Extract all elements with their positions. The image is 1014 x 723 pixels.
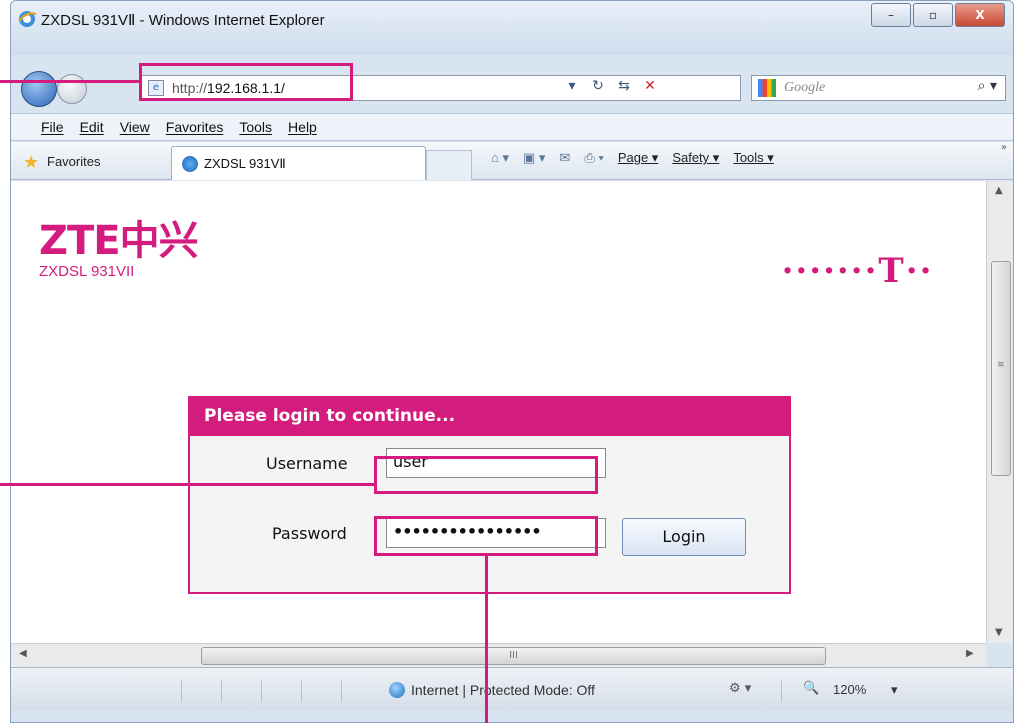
tab-zxdsl[interactable]: ZXDSL 931VⅡ (171, 146, 426, 180)
url-highlight (139, 63, 353, 101)
minimize-button[interactable]: – (871, 3, 911, 27)
zte-logo: ZTE中兴 ZXDSL 931VII (39, 218, 199, 280)
vertical-scrollbar[interactable]: ▲ ≡ ▼ (986, 181, 1013, 643)
scroll-down-icon[interactable]: ▼ (995, 627, 1003, 638)
password-highlight (374, 516, 598, 556)
address-buttons: ▾ ↻ ⇆ ✕ (562, 78, 660, 94)
status-divider (221, 680, 222, 702)
status-divider (261, 680, 262, 702)
browser-window: ZXDSL 931VⅡ - Windows Internet Explorer … (10, 0, 1014, 723)
tools-menu[interactable]: Tools ▾ (733, 150, 774, 166)
safety-menu[interactable]: Safety ▾ (672, 150, 719, 166)
menu-favorites[interactable]: Favorites (166, 119, 224, 135)
home-icon[interactable]: ⌂ ▾ (491, 150, 509, 166)
favorites-label[interactable]: Favorites (47, 154, 100, 169)
password-label: Password (272, 524, 347, 543)
feeds-icon[interactable]: ▣ ▾ (523, 150, 545, 166)
ie-logo-icon (17, 9, 37, 29)
window-title: ZXDSL 931VⅡ - Windows Internet Explorer (41, 12, 325, 29)
close-button[interactable]: X (955, 3, 1005, 27)
zoom-level[interactable]: 120% (833, 682, 866, 697)
search-input[interactable]: Google ⌕ ▾ (751, 75, 1006, 101)
page-content: ZTE中兴 ZXDSL 931VII ·······T·· Please log… (11, 181, 986, 643)
menu-help[interactable]: Help (288, 119, 317, 135)
menu-file[interactable]: File (41, 119, 64, 135)
login-heading: Please login to continue... (190, 398, 789, 436)
favorites-star-icon[interactable]: ★ (23, 152, 39, 173)
mail-icon[interactable]: ✉ (559, 150, 570, 166)
new-tab-button[interactable] (426, 150, 472, 180)
google-icon (758, 79, 776, 97)
url-callout-line (0, 80, 139, 83)
status-divider (181, 680, 182, 702)
menu-view[interactable]: View (120, 119, 150, 135)
compat-view-icon[interactable]: ⇆ (614, 78, 634, 94)
telekom-logo-text: ·······T·· (781, 251, 934, 291)
horizontal-scroll-thumb[interactable]: III (201, 647, 826, 665)
more-commands-icon[interactable]: » (1001, 142, 1007, 153)
menu-bar: File Edit View Favorites Tools Help (11, 113, 1013, 141)
status-divider (301, 680, 302, 702)
login-button[interactable]: Login (622, 518, 746, 556)
status-divider (341, 680, 342, 702)
username-highlight (374, 456, 598, 494)
stop-icon[interactable]: ✕ (640, 78, 660, 94)
status-bar: Internet | Protected Mode: Off ⚙ ▾ 🔍 120… (11, 667, 1013, 711)
login-panel: Please login to continue... Username use… (188, 396, 791, 594)
command-bar: ⌂ ▾ ▣ ▾ ✉ ⎙ ▾ Page ▾ Safety ▾ Tools ▾ (491, 150, 774, 166)
search-button[interactable]: ⌕ ▾ (978, 78, 997, 94)
scroll-up-icon[interactable]: ▲ (995, 185, 1003, 196)
security-settings-icon[interactable]: ⚙ ▾ (729, 681, 751, 696)
favorites-bar: ★ Favorites ZXDSL 931VⅡ ⌂ ▾ ▣ ▾ ✉ ⎙ ▾ Pa… (11, 142, 1013, 180)
telekom-logo: ·······T·· (729, 231, 986, 311)
zone-status: Internet | Protected Mode: Off (411, 682, 595, 698)
dropdown-icon[interactable]: ▾ (562, 78, 582, 94)
tab-label: ZXDSL 931VⅡ (204, 156, 286, 171)
vertical-scroll-thumb[interactable]: ≡ (991, 261, 1011, 476)
scroll-left-icon[interactable]: ◀ (19, 648, 27, 659)
forward-button[interactable] (57, 74, 87, 104)
title-bar: ZXDSL 931VⅡ - Windows Internet Explorer … (11, 1, 1013, 55)
window-controls: – ▫ X (869, 3, 1005, 27)
zte-brand-mark: ZTE中兴 (39, 218, 199, 264)
scroll-right-icon[interactable]: ▶ (966, 648, 974, 659)
zoom-icon: 🔍 (803, 681, 820, 696)
print-icon[interactable]: ⎙ ▾ (584, 150, 603, 166)
page-menu[interactable]: Page ▾ (618, 150, 659, 166)
username-label: Username (266, 454, 348, 473)
back-button[interactable] (21, 71, 57, 107)
zoom-dropdown-icon[interactable]: ▾ (891, 682, 898, 698)
horizontal-scrollbar[interactable]: ◀ III ▶ (11, 643, 986, 667)
search-placeholder: Google (784, 80, 826, 95)
username-callout-line (0, 483, 375, 486)
maximize-button[interactable]: ▫ (913, 3, 953, 27)
internet-zone-icon (389, 682, 405, 698)
zte-model-name: ZXDSL 931VII (39, 263, 135, 280)
password-callout-line (485, 556, 488, 723)
tab-ie-icon (182, 156, 198, 172)
vertical-grip-icon: ≡ (997, 360, 1005, 370)
refresh-icon[interactable]: ↻ (588, 78, 608, 94)
menu-tools[interactable]: Tools (239, 119, 272, 135)
menu-edit[interactable]: Edit (80, 119, 104, 135)
status-divider (781, 680, 782, 702)
